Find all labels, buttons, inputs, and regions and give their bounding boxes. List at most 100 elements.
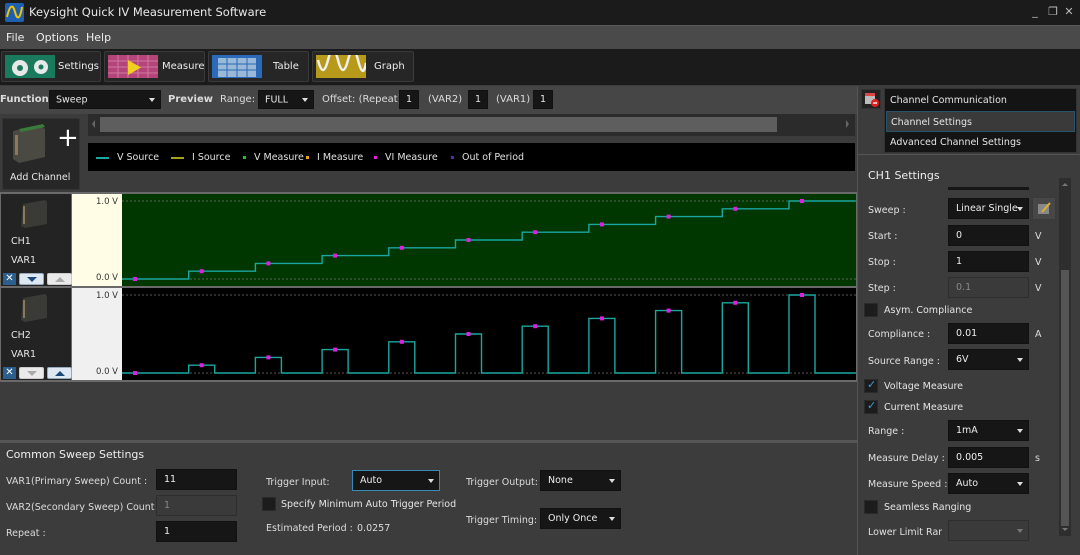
menu-options[interactable]: Options: [36, 31, 78, 44]
ch1-move-down-button[interactable]: [19, 273, 44, 285]
instrument-module-icon: [21, 294, 47, 322]
close-button[interactable]: ✕: [1062, 5, 1076, 18]
chevron-down-icon: [1017, 207, 1023, 211]
start-input[interactable]: 0: [948, 225, 1029, 246]
app-logo-icon: [5, 3, 24, 22]
measure-button[interactable]: Measure: [104, 51, 205, 82]
title-bar: Keysight Quick IV Measurement Software _…: [0, 0, 1080, 25]
legend-v-source: V Source: [96, 152, 159, 163]
function-bar: Function Sweep Preview Range: FULL Offse…: [0, 86, 857, 114]
source-range-value: 6V: [956, 354, 969, 365]
start-value: 0: [956, 230, 963, 241]
trigger-input-label: Trigger Input:: [266, 477, 330, 488]
step-input: 0.1: [948, 277, 1029, 298]
ch2-buttons: ✕: [1, 366, 73, 380]
ch1-name: CH1: [11, 236, 31, 247]
offset-var2-input[interactable]: 1: [468, 90, 488, 109]
instrument-module-icon: [21, 200, 47, 228]
minimize-button[interactable]: _: [1028, 5, 1042, 18]
min-trigger-period-label: Specify Minimum Auto Trigger Period: [281, 499, 457, 510]
legend-dot-icon: [306, 156, 309, 159]
chevron-down-icon: [302, 97, 308, 102]
step-value: 0.1: [956, 282, 972, 293]
tab-advanced-channel-settings[interactable]: Advanced Channel Settings: [886, 132, 1075, 153]
vi-measure-point: [199, 363, 204, 368]
function-label: Function: [0, 94, 49, 105]
stop-unit: V: [1035, 257, 1042, 268]
menu-help[interactable]: Help: [86, 31, 111, 44]
vi-measure-point: [666, 214, 671, 219]
measure-delay-unit: s: [1035, 453, 1040, 464]
seamless-ranging-checkbox[interactable]: [864, 500, 878, 514]
vi-measure-point: [800, 199, 804, 203]
current-measure-checkbox[interactable]: [864, 399, 878, 414]
restore-button[interactable]: ❐: [1046, 5, 1060, 18]
ch1-buttons: ✕: [1, 272, 73, 286]
measure-delay-input[interactable]: 0.005: [948, 447, 1029, 468]
vi-measure-point: [800, 293, 804, 297]
offset-var1-input[interactable]: 1: [533, 90, 553, 109]
vi-measure-point: [333, 347, 338, 352]
scrollbar-thumb[interactable]: [100, 117, 777, 132]
trigger-input-dropdown[interactable]: Auto: [352, 470, 440, 491]
range-value: FULL: [265, 94, 289, 105]
function-dropdown[interactable]: Sweep: [49, 90, 161, 109]
settings-scrollbar[interactable]: [1059, 178, 1071, 536]
add-channel-button[interactable]: + Add Channel: [2, 118, 80, 190]
trigger-timing-value: Only Once: [548, 513, 598, 524]
var1-count-input[interactable]: 11: [156, 469, 237, 490]
chevron-down-icon: [149, 97, 155, 102]
menu-file[interactable]: File: [6, 31, 24, 44]
vi-measure-point: [666, 308, 671, 313]
tab-channel-settings[interactable]: Channel Settings: [886, 111, 1075, 132]
scroll-down-icon[interactable]: [1062, 528, 1068, 531]
chevron-down-icon: [1017, 482, 1023, 486]
range-dropdown[interactable]: 1mA: [948, 420, 1029, 441]
stop-input[interactable]: 1: [948, 251, 1029, 272]
preview-scrollbar[interactable]: [88, 114, 855, 136]
settings-button[interactable]: Settings: [1, 51, 101, 82]
channel-config-icon: [865, 93, 879, 107]
ch1-settings-title: CH1 Settings: [868, 169, 940, 182]
tab-channel-communication[interactable]: Channel Communication: [886, 90, 1075, 111]
trigger-timing-dropdown[interactable]: Only Once: [540, 508, 621, 529]
scroll-right-icon[interactable]: [846, 120, 849, 128]
range-label: Range:: [220, 94, 256, 105]
trigger-output-dropdown[interactable]: None: [540, 470, 621, 491]
ch2-remove-button[interactable]: ✕: [3, 367, 16, 379]
window-title: Keysight Quick IV Measurement Software: [29, 5, 267, 19]
scroll-left-icon[interactable]: [92, 120, 95, 128]
min-trigger-period-checkbox[interactable]: [262, 497, 276, 511]
measure-speed-dropdown[interactable]: Auto: [948, 473, 1029, 494]
edit-sweep-button[interactable]: [1032, 197, 1056, 220]
ch1-remove-button[interactable]: ✕: [3, 273, 16, 285]
vi-measure-point: [599, 222, 604, 227]
graph-button[interactable]: Graph: [312, 51, 414, 82]
repeat-input[interactable]: 1: [156, 521, 237, 542]
ch1-move-up-button[interactable]: [47, 273, 72, 285]
trigger-output-label: Trigger Output:: [466, 477, 538, 488]
trigger-input-value: Auto: [360, 475, 383, 486]
clipped-field: [948, 187, 1029, 190]
channel-config-button[interactable]: [861, 89, 881, 109]
sweep-dropdown[interactable]: Linear Single: [948, 198, 1029, 219]
ch2-move-up-button[interactable]: [47, 367, 72, 379]
asym-compliance-checkbox[interactable]: [864, 303, 878, 317]
offset-repeat-input[interactable]: 1: [399, 90, 419, 109]
ch2-plot: [122, 288, 856, 380]
estimated-period-value: 0.0257: [357, 523, 391, 534]
compliance-input[interactable]: 0.01: [948, 323, 1029, 344]
scrollbar-thumb[interactable]: [1061, 270, 1069, 526]
ch2-axis-bottom: 0.0 V: [95, 367, 118, 377]
table-label: Table: [273, 61, 299, 72]
range-dropdown[interactable]: FULL: [258, 90, 314, 109]
voltage-measure-checkbox[interactable]: [864, 378, 878, 393]
lower-limit-range-label: Lower Limit Rang: [868, 527, 942, 538]
source-range-dropdown[interactable]: 6V: [948, 349, 1029, 370]
ch2-move-down-button[interactable]: [19, 367, 44, 379]
scroll-up-icon[interactable]: [1062, 183, 1068, 186]
chevron-down-icon: [1017, 358, 1023, 362]
vi-measure-point: [266, 355, 271, 360]
menu-bar: File Options Help: [0, 25, 1080, 49]
table-button[interactable]: Table: [208, 51, 309, 82]
